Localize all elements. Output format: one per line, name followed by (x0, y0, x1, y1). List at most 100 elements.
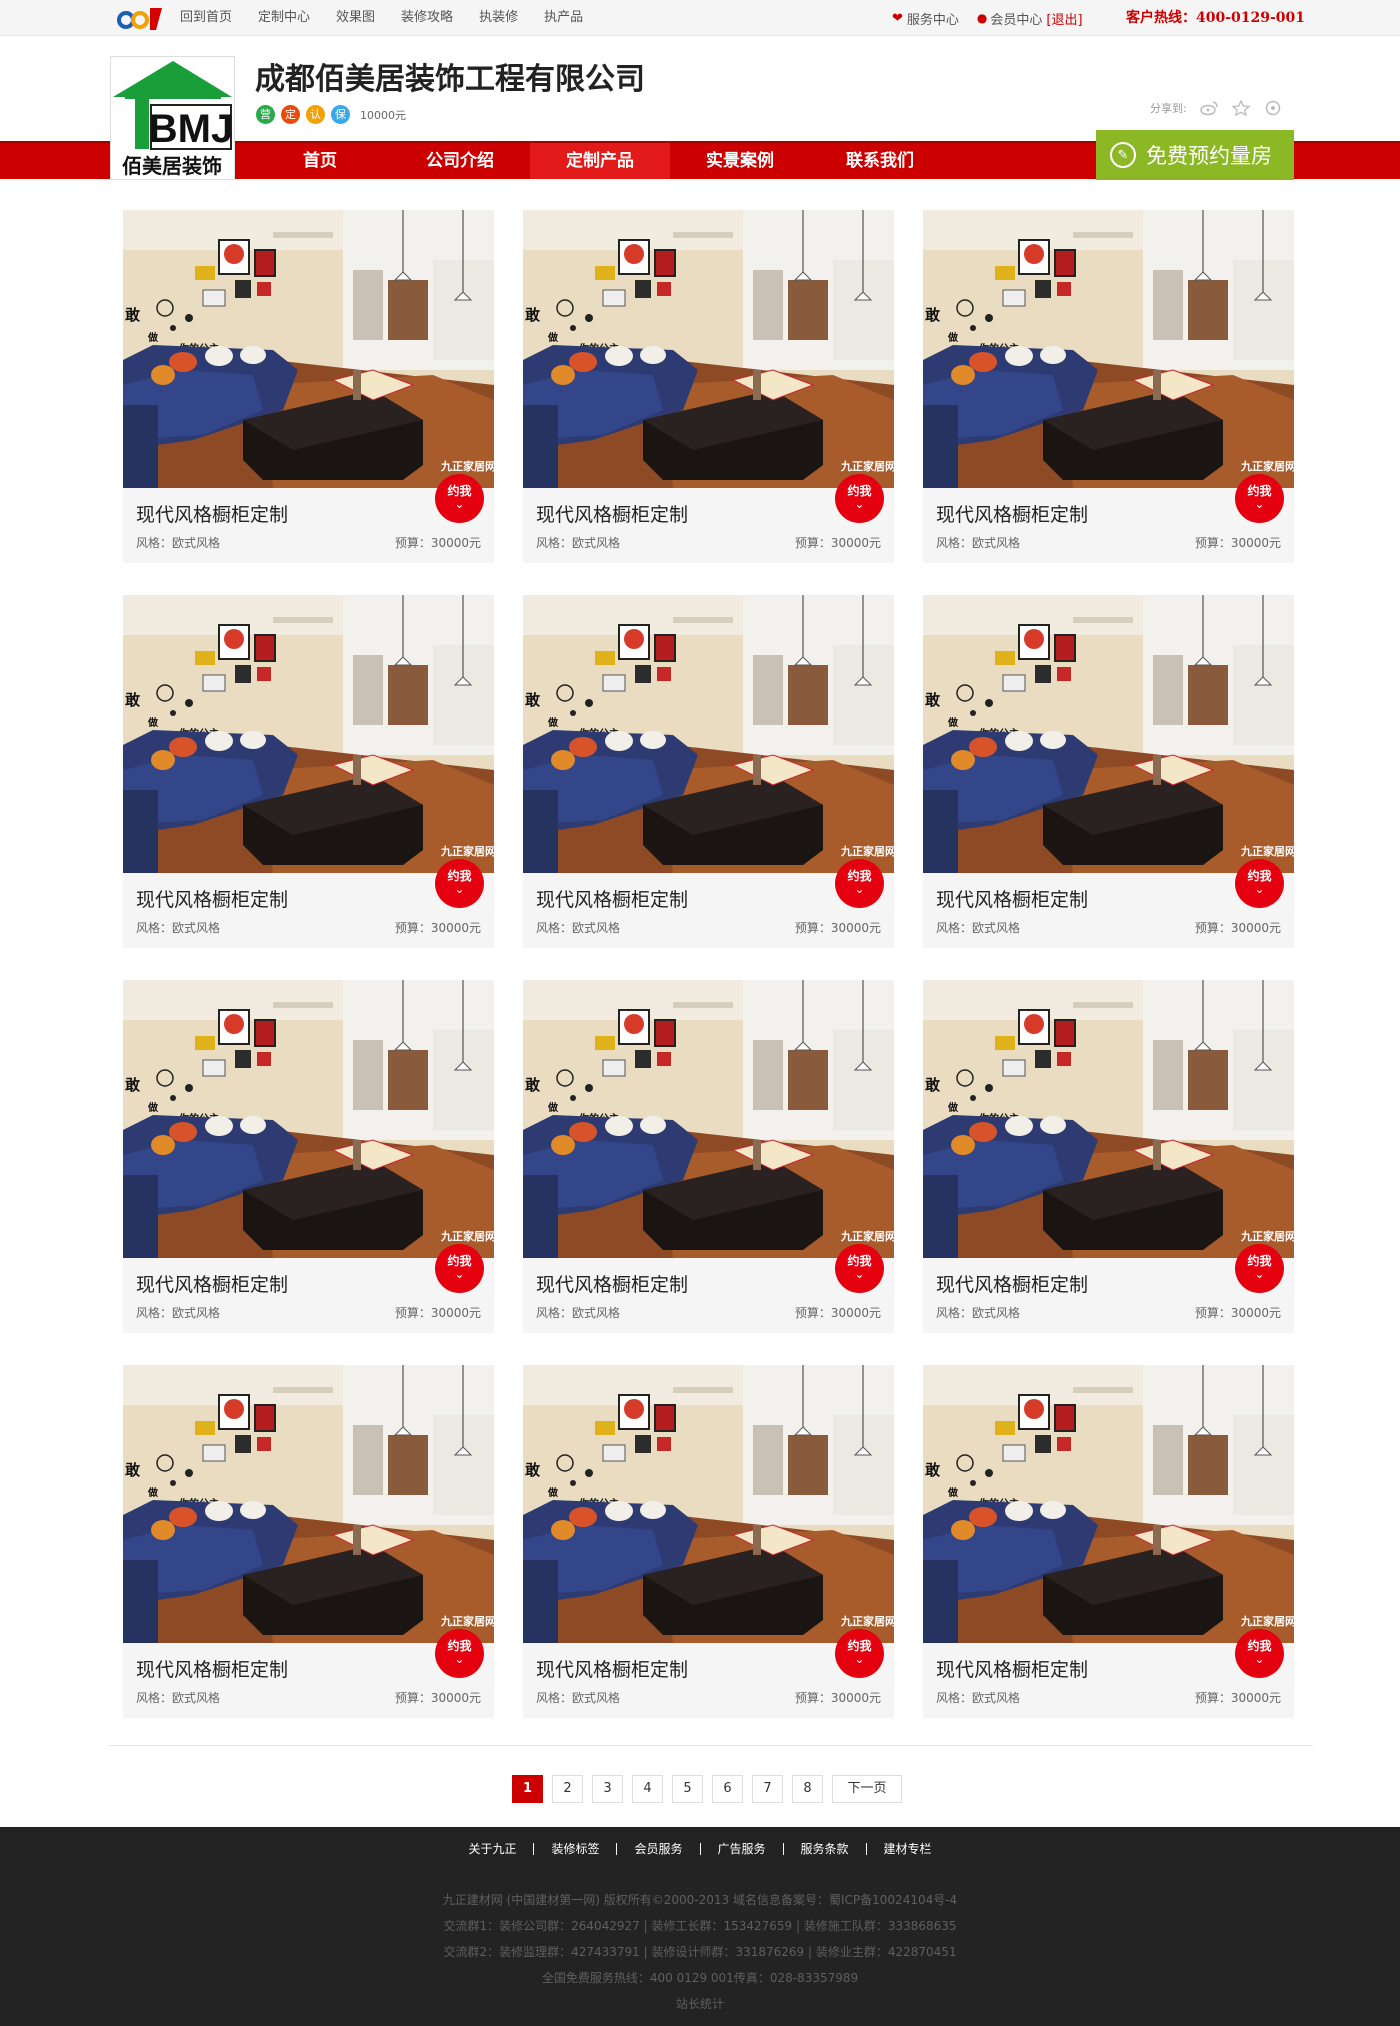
contact-me-button[interactable]: 约我 ⌄ (435, 474, 484, 523)
product-title[interactable]: 现代风格橱柜定制 (136, 500, 288, 527)
topnav-products-link[interactable]: 执产品 (544, 0, 583, 36)
product-card[interactable]: 敢 做 你的公主 九正家居网 约我 ⌄ (523, 1365, 894, 1718)
product-photo[interactable]: 敢 做 你的公主 九正家居网 (523, 595, 894, 873)
topnav-renderings-link[interactable]: 效果图 (336, 0, 375, 36)
footer-link-ads[interactable]: 广告服务 (701, 1843, 784, 1855)
nav-company-intro[interactable]: 公司介绍 (390, 143, 530, 179)
guarantee-badge[interactable]: 保 (331, 105, 350, 124)
footer-link-member-service[interactable]: 会员服务 (617, 1843, 701, 1855)
page-4[interactable]: 4 (632, 1775, 663, 1803)
next-page-button[interactable]: 下一页 (832, 1775, 902, 1803)
page-7[interactable]: 7 (752, 1775, 783, 1803)
product-title[interactable]: 现代风格橱柜定制 (536, 500, 688, 527)
service-center-link[interactable]: 服务中心 (907, 9, 959, 28)
photo-watermark: 九正家居网 (1240, 1614, 1294, 1628)
product-photo[interactable]: 敢 做 你的公主 九正家居网 (923, 1365, 1294, 1643)
product-title[interactable]: 现代风格橱柜定制 (136, 1270, 288, 1297)
photo-watermark: 九正家居网 (1240, 1229, 1294, 1243)
product-style: 风格：欧式风格 (536, 536, 621, 550)
product-photo[interactable]: 敢 做 你的公主 九正家居网 (923, 595, 1294, 873)
contact-me-button[interactable]: 约我 ⌄ (835, 1629, 884, 1678)
product-photo[interactable]: 敢 做 你的公主 九正家居网 (123, 1365, 494, 1643)
product-title[interactable]: 现代风格橱柜定制 (936, 1655, 1088, 1682)
nav-custom-products[interactable]: 定制产品 (530, 143, 670, 179)
product-photo[interactable]: 敢 做 你的公主 九正家居网 (123, 595, 494, 873)
member-center-link[interactable]: 会员中心 (990, 9, 1042, 28)
product-card[interactable]: 敢 做 你的公主 九正家居网 约我 ⌄ (523, 980, 894, 1333)
topnav-guide-link[interactable]: 装修攻略 (401, 0, 453, 36)
contact-me-button[interactable]: 约我 ⌄ (1235, 1244, 1284, 1293)
product-title[interactable]: 现代风格橱柜定制 (936, 885, 1088, 912)
qzone-icon[interactable] (1263, 100, 1283, 116)
product-card[interactable]: 敢 做 你的公主 九正家居网 约我 ⌄ (523, 595, 894, 948)
product-title[interactable]: 现代风格橱柜定制 (536, 1655, 688, 1682)
custom-badge[interactable]: 定 (281, 105, 300, 124)
product-card[interactable]: 敢 做 你的公主 九正家居网 约我 ⌄ (123, 980, 494, 1333)
contact-me-button[interactable]: 约我 ⌄ (435, 859, 484, 908)
site-logo-icon[interactable] (116, 4, 168, 32)
product-photo[interactable]: 敢 做 你的公主 九正家居网 (123, 980, 494, 1258)
contact-me-button[interactable]: 约我 ⌄ (1235, 859, 1284, 908)
photo-watermark: 九正家居网 (840, 1614, 894, 1628)
business-license-badge[interactable]: 营 (256, 105, 275, 124)
product-photo[interactable]: 敢 做 你的公主 九正家居网 (523, 210, 894, 488)
product-title[interactable]: 现代风格橱柜定制 (936, 500, 1088, 527)
chevron-down-icon: ⌄ (854, 882, 865, 896)
product-card[interactable]: 敢 做 你的公主 九正家居网 约我 ⌄ (123, 595, 494, 948)
free-booking-label: 免费预约量房 (1146, 144, 1272, 168)
nav-home[interactable]: 首页 (250, 143, 390, 179)
product-photo[interactable]: 敢 做 你的公主 九正家居网 (523, 1365, 894, 1643)
footer-stats-link[interactable]: 站长统计 (0, 1995, 1400, 2012)
footer-link-about[interactable]: 关于九正 (451, 1843, 535, 1855)
page-2[interactable]: 2 (552, 1775, 583, 1803)
product-photo[interactable]: 敢 做 你的公主 九正家居网 (523, 980, 894, 1258)
product-card[interactable]: 敢 做 你的公主 九正家居网 约我 ⌄ (123, 210, 494, 563)
product-title[interactable]: 现代风格橱柜定制 (536, 885, 688, 912)
free-booking-button[interactable]: ✎ 免费预约量房 (1096, 130, 1294, 180)
contact-me-button[interactable]: 约我 ⌄ (435, 1629, 484, 1678)
footer-link-terms[interactable]: 服务条款 (784, 1843, 867, 1855)
product-card[interactable]: 敢 做 你的公主 九正家居网 约我 ⌄ (523, 210, 894, 563)
product-photo[interactable]: 敢 做 你的公主 九正家居网 (923, 210, 1294, 488)
product-title[interactable]: 现代风格橱柜定制 (136, 885, 288, 912)
product-title[interactable]: 现代风格橱柜定制 (936, 1270, 1088, 1297)
certified-badge[interactable]: 认 (306, 105, 325, 124)
topnav-home-link[interactable]: 回到首页 (180, 0, 232, 36)
product-card[interactable]: 敢 做 你的公主 九正家居网 约我 ⌄ (923, 1365, 1294, 1718)
product-photo[interactable]: 敢 做 你的公主 九正家居网 (923, 980, 1294, 1258)
nav-contact-us[interactable]: 联系我们 (810, 143, 950, 179)
product-card[interactable]: 敢 做 你的公主 九正家居网 约我 ⌄ (123, 1365, 494, 1718)
nav-real-cases[interactable]: 实景案例 (670, 143, 810, 179)
product-card[interactable]: 敢 做 你的公主 九正家居网 约我 ⌄ (923, 980, 1294, 1333)
page-5[interactable]: 5 (672, 1775, 703, 1803)
topnav-decoration-link[interactable]: 执装修 (479, 0, 518, 36)
product-title[interactable]: 现代风格橱柜定制 (536, 1270, 688, 1297)
topnav-custom-center-link[interactable]: 定制中心 (258, 0, 310, 36)
footer-link-tags[interactable]: 装修标签 (534, 1843, 618, 1855)
contact-me-label: 约我 (847, 484, 872, 498)
product-card[interactable]: 敢 做 你的公主 九正家居网 约我 ⌄ (923, 210, 1294, 563)
contact-me-button[interactable]: 约我 ⌄ (835, 474, 884, 523)
product-style: 风格：欧式风格 (936, 536, 1021, 550)
contact-me-button[interactable]: 约我 ⌄ (435, 1244, 484, 1293)
page-3[interactable]: 3 (592, 1775, 623, 1803)
product-card[interactable]: 敢 做 你的公主 九正家居网 约我 ⌄ (923, 595, 1294, 948)
footer-link-building-materials[interactable]: 建材专栏 (867, 1843, 949, 1855)
page-1[interactable]: 1 (512, 1775, 543, 1803)
company-logo[interactable]: BMJ 佰美居装饰 (110, 56, 235, 180)
user-icon: ● (976, 11, 988, 25)
weibo-icon[interactable] (1199, 100, 1219, 116)
contact-me-button[interactable]: 约我 ⌄ (1235, 1629, 1284, 1678)
product-title[interactable]: 现代风格橱柜定制 (136, 1655, 288, 1682)
page-8[interactable]: 8 (792, 1775, 823, 1803)
star-icon[interactable] (1231, 100, 1251, 116)
logout-link[interactable]: [退出] (1046, 9, 1082, 28)
page-6[interactable]: 6 (712, 1775, 743, 1803)
product-budget: 预算：30000元 (794, 921, 881, 935)
contact-me-button[interactable]: 约我 ⌄ (835, 859, 884, 908)
contact-me-button[interactable]: 约我 ⌄ (1235, 474, 1284, 523)
product-photo[interactable]: 敢 做 你的公主 九正家居网 (123, 210, 494, 488)
chevron-down-icon: ⌄ (1254, 882, 1265, 896)
top-account-links: ❤ 服务中心 ● 会员中心 [退出] (892, 0, 1083, 36)
contact-me-button[interactable]: 约我 ⌄ (835, 1244, 884, 1293)
